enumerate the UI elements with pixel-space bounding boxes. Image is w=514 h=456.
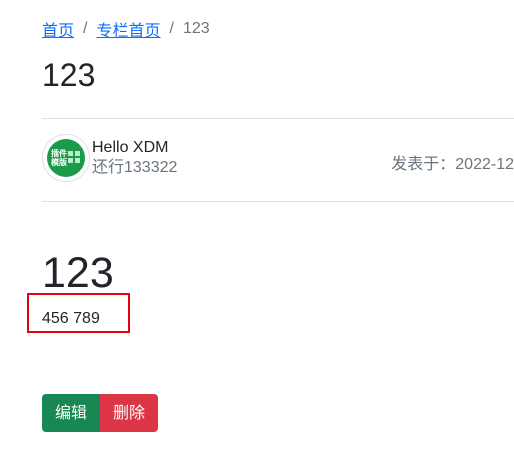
action-button-group: 编辑 删除 — [42, 394, 159, 432]
breadcrumb: 首页 / 专栏首页 / 123 — [42, 17, 210, 41]
highlight-box — [27, 293, 130, 333]
edit-button[interactable]: 编辑 — [42, 394, 101, 432]
breadcrumb-separator: / — [169, 20, 174, 37]
avatar[interactable]: 插件模版 — [42, 134, 90, 182]
breadcrumb-separator: / — [83, 20, 88, 37]
author-info: Hello XDM 还行133322 — [92, 138, 177, 178]
breadcrumb-home-link[interactable]: 首页 — [42, 17, 74, 41]
plugin-template-logo-icon: 插件模版 — [47, 139, 85, 177]
divider — [42, 118, 514, 119]
content-heading: 123 — [42, 249, 114, 297]
breadcrumb-column-home-link[interactable]: 专栏首页 — [96, 17, 160, 41]
grid-icon — [68, 151, 80, 163]
author-block: 插件模版 Hello XDM 还行133322 — [42, 134, 177, 182]
published-date: 发表于：2022-12 — [391, 156, 514, 173]
page-title: 123 — [42, 57, 96, 93]
delete-button[interactable]: 删除 — [100, 394, 159, 432]
divider — [42, 201, 514, 202]
author-name: Hello XDM — [92, 139, 169, 156]
author-subtitle: 还行133322 — [92, 159, 178, 176]
breadcrumb-current: 123 — [182, 20, 210, 37]
avatar-text: 插件模版 — [51, 149, 67, 167]
